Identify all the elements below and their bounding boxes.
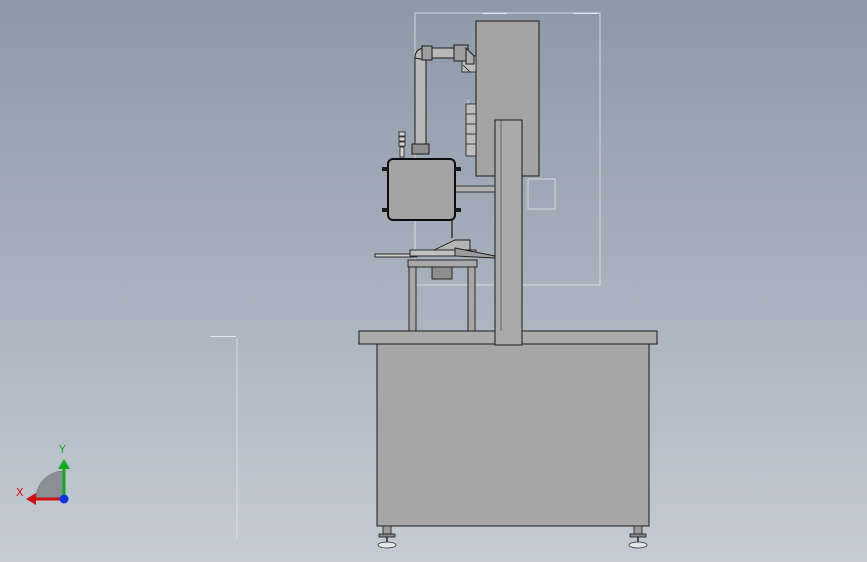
sketch-dim-mark-2	[574, 13, 598, 19]
base-cabinet[interactable]	[376, 343, 650, 527]
side-motor-box[interactable]	[387, 158, 456, 221]
vertical-column[interactable]	[494, 119, 523, 346]
model-view[interactable]	[0, 0, 867, 562]
work-table[interactable]	[374, 239, 496, 332]
indicator-stack	[398, 131, 406, 158]
axis-triad	[26, 459, 70, 505]
leveling-foot-right[interactable]	[628, 525, 648, 549]
cad-viewport[interactable]: Y X	[0, 0, 867, 562]
y-axis-label: Y	[59, 443, 66, 456]
sketch-dim-mark-1	[483, 13, 507, 19]
bent-pipe[interactable]	[411, 44, 475, 155]
sketch-dim-mark-3	[210, 336, 236, 342]
leveling-foot-left[interactable]	[377, 525, 397, 549]
x-axis-label: X	[16, 486, 24, 499]
horizontal-arm[interactable]	[454, 185, 496, 193]
